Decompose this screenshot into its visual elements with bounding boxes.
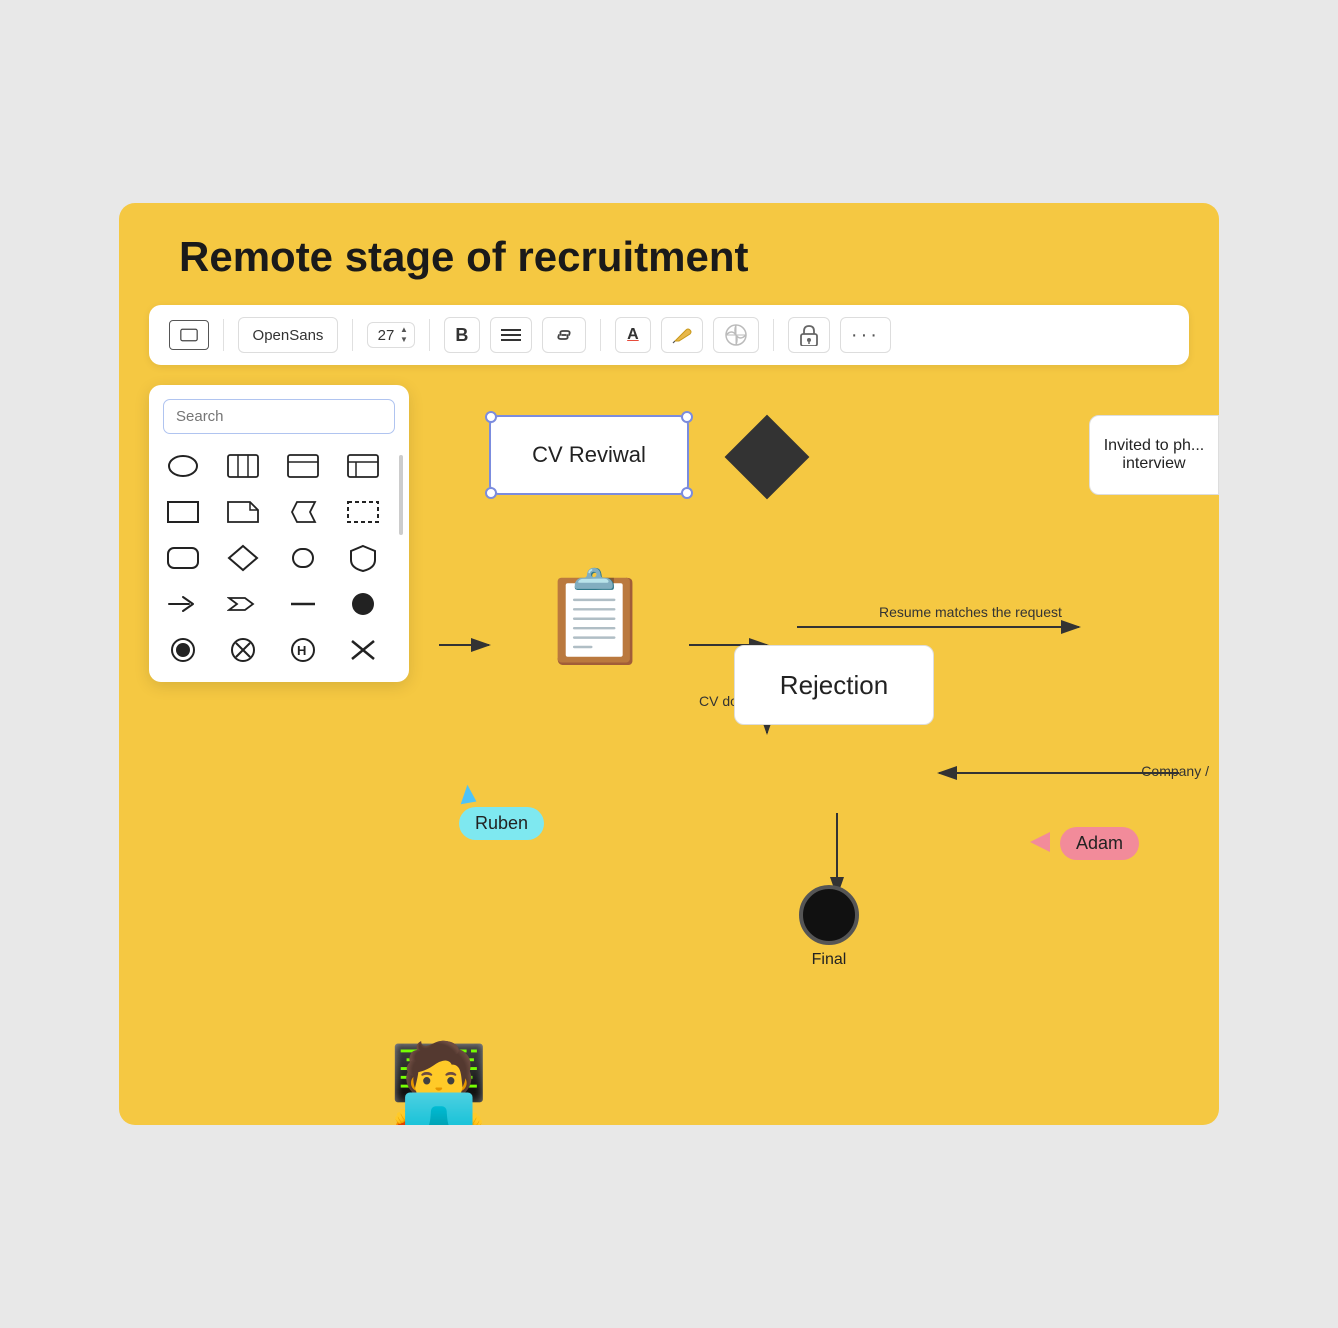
shapes-grid: H xyxy=(163,448,395,668)
shape-circle-filled[interactable] xyxy=(343,586,383,622)
diamond-node[interactable] xyxy=(725,415,810,500)
font-size-control[interactable]: 27 ▲ ▼ xyxy=(367,322,415,348)
text-color-button[interactable]: A xyxy=(615,317,651,353)
handle-br[interactable] xyxy=(681,487,693,499)
text-color-label: A xyxy=(627,326,639,344)
lock-button[interactable] xyxy=(788,317,830,353)
invited-label: Invited to ph...interview xyxy=(1104,437,1205,473)
shape-diamond[interactable] xyxy=(223,540,263,576)
shape-stadium[interactable] xyxy=(283,540,323,576)
shape-selector-button[interactable] xyxy=(169,320,209,350)
shape-arrow-chevron[interactable] xyxy=(223,586,263,622)
final-node-wrap: Final xyxy=(799,885,859,969)
pen-button[interactable] xyxy=(661,317,703,353)
shape-dashed-rect[interactable] xyxy=(343,494,383,530)
font-selector[interactable]: OpenSans xyxy=(238,317,338,353)
toolbar-divider-2 xyxy=(352,319,353,351)
rejection-node[interactable]: Rejection xyxy=(734,645,934,725)
handle-tr[interactable] xyxy=(681,411,693,423)
final-circle[interactable] xyxy=(799,885,859,945)
cursor-ruben-arrow xyxy=(458,784,477,805)
cursor-ruben: Ruben xyxy=(459,785,544,840)
arrow-label-resume: Resume matches the request xyxy=(879,603,999,621)
link-button[interactable] xyxy=(542,317,586,353)
shape-ellipse[interactable] xyxy=(163,448,203,484)
shape-circle-x[interactable] xyxy=(223,632,263,668)
user-bubble-ruben: Ruben xyxy=(459,807,544,840)
shapes-scrollbar[interactable] xyxy=(399,455,403,535)
font-size-value: 27 xyxy=(374,327,398,344)
arrow-label-company: Company / xyxy=(1141,763,1209,779)
app-container: Remote stage of recruitment OpenSans 27 … xyxy=(119,203,1219,1125)
lego-figure: 🧑‍💻 xyxy=(389,1045,489,1125)
toolbar: OpenSans 27 ▲ ▼ B xyxy=(149,305,1189,365)
toolbar-divider-3 xyxy=(429,319,430,351)
shape-shield[interactable] xyxy=(343,540,383,576)
shape-card2[interactable] xyxy=(343,448,383,484)
more-button[interactable]: ··· xyxy=(840,317,891,353)
shapes-panel: H xyxy=(149,385,409,682)
shape-card1[interactable] xyxy=(283,448,323,484)
final-label: Final xyxy=(812,951,847,969)
svg-text:H: H xyxy=(297,643,306,658)
rejection-label: Rejection xyxy=(780,670,888,701)
shape-chevron-left[interactable] xyxy=(283,494,323,530)
bold-button[interactable]: B xyxy=(444,317,480,353)
shape-circle-target[interactable] xyxy=(163,632,203,668)
clipboard-image: 📋 xyxy=(539,565,651,670)
invited-node[interactable]: Invited to ph...interview xyxy=(1089,415,1219,495)
diagram-canvas[interactable]: H xyxy=(119,365,1219,1125)
handle-tl[interactable] xyxy=(485,411,497,423)
cursor-adam-wrap: Adam xyxy=(1030,823,1139,860)
font-size-arrows[interactable]: ▲ ▼ xyxy=(400,325,408,345)
shape-arrow-right[interactable] xyxy=(163,586,203,622)
shape-line[interactable] xyxy=(283,586,323,622)
shape-rounded-rect[interactable] xyxy=(163,540,203,576)
font-size-down[interactable]: ▼ xyxy=(400,335,408,345)
toolbar-divider-1 xyxy=(223,319,224,351)
cv-revival-label: CV Reviwal xyxy=(532,442,646,468)
shape-x-mark[interactable] xyxy=(343,632,383,668)
shape-circle-h[interactable]: H xyxy=(283,632,323,668)
shape-folded[interactable] xyxy=(223,494,263,530)
font-size-up[interactable]: ▲ xyxy=(400,325,408,335)
handle-bl[interactable] xyxy=(485,487,497,499)
toolbar-divider-5 xyxy=(773,319,774,351)
page-title: Remote stage of recruitment xyxy=(119,233,1219,305)
pattern-button[interactable] xyxy=(713,317,759,353)
cv-revival-node[interactable]: CV Reviwal xyxy=(489,415,689,495)
align-button[interactable] xyxy=(490,317,532,353)
shape-columns[interactable] xyxy=(223,448,263,484)
cursor-adam-arrow xyxy=(1030,832,1050,852)
shapes-search-input[interactable] xyxy=(163,399,395,434)
toolbar-divider-4 xyxy=(600,319,601,351)
user-bubble-adam: Adam xyxy=(1060,827,1139,860)
shape-rectangle[interactable] xyxy=(163,494,203,530)
